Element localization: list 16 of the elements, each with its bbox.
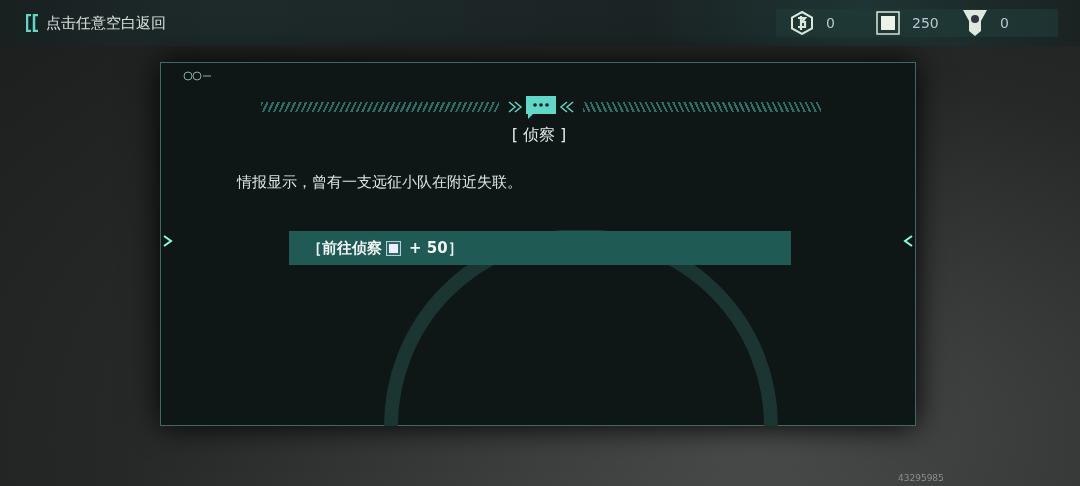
pennant-icon (962, 9, 988, 37)
chevron-icon (903, 235, 913, 247)
indicator-icon (183, 71, 213, 81)
currency-amount: 250 (912, 13, 939, 33)
chip-icon (386, 240, 401, 256)
hexagon-coin-icon (790, 11, 814, 35)
back-hint[interactable]: 点击任意空白返回 (46, 12, 166, 35)
currency-amount: 0 (826, 13, 835, 33)
dialog-title: [ 侦察 ] (510, 124, 568, 146)
option-button[interactable]: ［前往侦察 + 50］ (289, 231, 791, 265)
chevron-icon (163, 235, 173, 247)
chat-bubble-icon (507, 94, 575, 120)
dialog-message: 情报显示，曾有一支远征小队在附近失联。 (237, 172, 522, 193)
uid-text: 43295985 (898, 472, 944, 485)
currency-amount: 0 (1000, 13, 1009, 33)
square-chip-icon (876, 11, 900, 35)
